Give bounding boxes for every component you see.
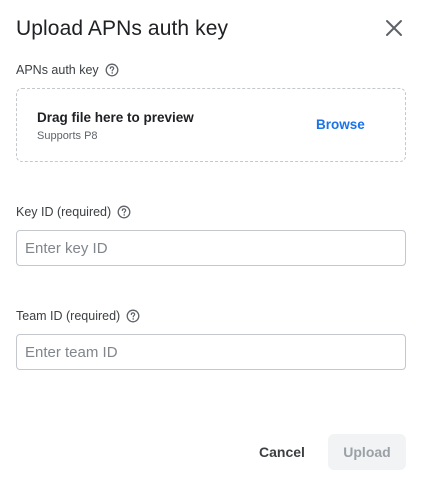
help-icon[interactable] [117, 205, 131, 219]
team-id-label: Team ID (required) [16, 309, 121, 323]
upload-apns-dialog: Upload APNs auth key APNs auth key Drag … [0, 0, 424, 485]
auth-key-label: APNs auth key [16, 63, 99, 77]
key-id-input[interactable] [16, 230, 406, 266]
key-id-label: Key ID (required) [16, 205, 112, 219]
file-dropzone[interactable]: Drag file here to preview Supports P8 Br… [16, 88, 406, 162]
auth-key-label-row: APNs auth key [16, 63, 119, 77]
team-id-input[interactable] [16, 334, 406, 370]
help-icon[interactable] [126, 309, 140, 323]
dropzone-title: Drag file here to preview [37, 110, 194, 125]
team-id-label-row: Team ID (required) [16, 309, 140, 323]
dropzone-supported-formats: Supports P8 [37, 130, 98, 142]
dialog-title: Upload APNs auth key [16, 17, 229, 40]
help-icon[interactable] [105, 63, 119, 77]
key-id-label-row: Key ID (required) [16, 205, 131, 219]
close-icon [382, 16, 406, 40]
close-button[interactable] [382, 16, 406, 40]
browse-button[interactable]: Browse [310, 115, 371, 134]
upload-button[interactable]: Upload [328, 434, 406, 470]
cancel-button[interactable]: Cancel [246, 434, 318, 470]
